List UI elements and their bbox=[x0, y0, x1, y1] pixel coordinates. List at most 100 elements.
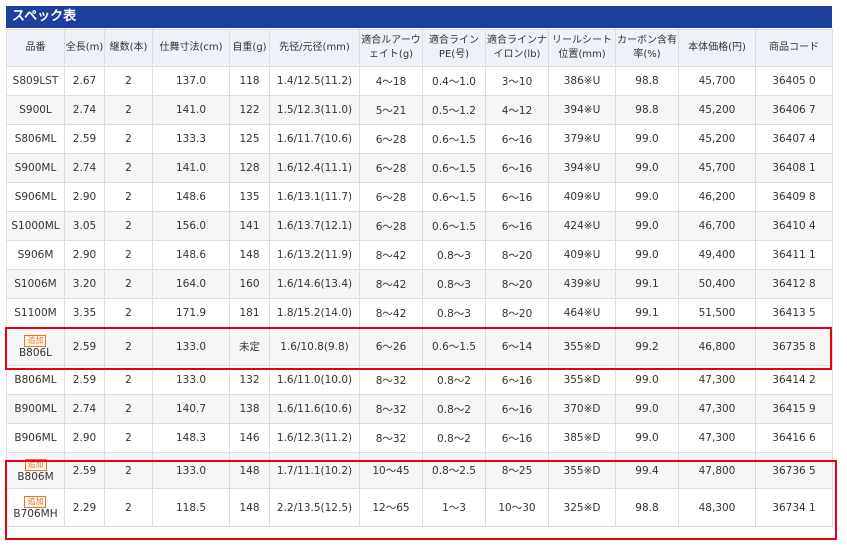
spec-cell: 99.0 bbox=[615, 240, 679, 270]
spec-cell: 45,200 bbox=[678, 124, 756, 154]
spec-cell: 4〜12 bbox=[485, 95, 549, 125]
spec-cell: 0.5〜1.2 bbox=[422, 95, 486, 125]
spec-cell: 8〜42 bbox=[359, 298, 423, 328]
spec-cell: 8〜25 bbox=[485, 452, 549, 489]
column-header: 適合ラインナイロン(lb) bbox=[485, 29, 549, 67]
spec-cell: 3〜10 bbox=[485, 66, 549, 96]
spec-cell: 99.0 bbox=[615, 124, 679, 154]
spec-cell: 1.8/15.2(14.0) bbox=[269, 298, 360, 328]
spec-cell: 141.0 bbox=[152, 95, 230, 125]
spec-cell: 10〜30 bbox=[485, 488, 549, 527]
spec-cell: 6〜16 bbox=[485, 182, 549, 212]
spec-cell: 99.1 bbox=[615, 269, 679, 299]
spec-cell: 99.0 bbox=[615, 394, 679, 424]
spec-cell: 36405 0 bbox=[755, 66, 833, 96]
spec-cell: 6〜28 bbox=[359, 124, 423, 154]
spec-cell: 46,800 bbox=[678, 327, 756, 366]
spec-cell: 36407 4 bbox=[755, 124, 833, 154]
spec-cell: 2.74 bbox=[64, 153, 105, 183]
spec-cell: 2.29 bbox=[64, 488, 105, 527]
new-badge: 追加 bbox=[24, 496, 47, 508]
spec-cell: 45,700 bbox=[678, 153, 756, 183]
spec-table-title: スペック表 bbox=[6, 6, 832, 28]
model-number-cell: S1006M bbox=[6, 269, 65, 299]
spec-cell: 1.6/12.4(11.1) bbox=[269, 153, 360, 183]
table-row: S1006M 3.20 2 164.0 160 1.6/14.6(13.4) 8〜42 0.8… bbox=[6, 269, 833, 299]
spec-cell: 2 bbox=[104, 452, 153, 489]
column-header: 自重(g) bbox=[229, 29, 270, 67]
column-header: 先径/元径(mm) bbox=[269, 29, 360, 67]
model-number-cell: S806ML bbox=[6, 124, 65, 154]
model-number: B806L bbox=[18, 347, 53, 359]
spec-cell: 6〜16 bbox=[485, 153, 549, 183]
spec-cell: 2 bbox=[104, 298, 153, 328]
spec-cell: 355※D bbox=[548, 327, 616, 366]
spec-cell: 0.8〜2 bbox=[422, 365, 486, 395]
table-row: S1000ML 3.05 2 156.0 141 1.6/13.7(12.1) 6〜28 0.… bbox=[6, 211, 833, 241]
spec-cell: 8〜32 bbox=[359, 365, 423, 395]
spec-cell: 141 bbox=[229, 211, 270, 241]
column-header: 適合ラインPE(号) bbox=[422, 29, 486, 67]
spec-cell: 48,300 bbox=[678, 488, 756, 527]
spec-cell: 181 bbox=[229, 298, 270, 328]
spec-cell: 6〜16 bbox=[485, 124, 549, 154]
spec-cell: 148.6 bbox=[152, 182, 230, 212]
spec-cell: 47,800 bbox=[678, 452, 756, 489]
spec-cell: 2.59 bbox=[64, 327, 105, 366]
spec-cell: 3.05 bbox=[64, 211, 105, 241]
spec-cell: 6〜16 bbox=[485, 365, 549, 395]
spec-cell: 5〜21 bbox=[359, 95, 423, 125]
spec-cell: 1.5/12.3(11.0) bbox=[269, 95, 360, 125]
model-number-cell: 追加 B806L bbox=[6, 327, 65, 366]
spec-cell: 6〜16 bbox=[485, 423, 549, 453]
spec-cell: 8〜20 bbox=[485, 298, 549, 328]
spec-cell: 2 bbox=[104, 182, 153, 212]
spec-cell: 424※U bbox=[548, 211, 616, 241]
spec-cell: 99.0 bbox=[615, 365, 679, 395]
spec-cell: 2 bbox=[104, 327, 153, 366]
spec-cell: 148 bbox=[229, 452, 270, 489]
spec-cell: 1.7/11.1(10.2) bbox=[269, 452, 360, 489]
spec-cell: 36410 4 bbox=[755, 211, 833, 241]
spec-cell: 394※U bbox=[548, 153, 616, 183]
spec-cell: 2 bbox=[104, 423, 153, 453]
table-row: 追加 B806L 2.59 2 133.0 未定 1.6/10.8(9.8) 6〜26 0.6〜… bbox=[6, 327, 833, 366]
column-header: リールシート位置(mm) bbox=[548, 29, 616, 67]
spec-cell: 2.59 bbox=[64, 124, 105, 154]
spec-cell: 3.35 bbox=[64, 298, 105, 328]
spec-cell: 355※D bbox=[548, 365, 616, 395]
spec-cell: 2 bbox=[104, 124, 153, 154]
spec-cell: 99.0 bbox=[615, 153, 679, 183]
spec-cell: 36415 9 bbox=[755, 394, 833, 424]
table-row: 追加 B806M 2.59 2 133.0 148 1.7/11.1(10.2) 10〜45 0… bbox=[6, 452, 833, 489]
spec-cell: 51,500 bbox=[678, 298, 756, 328]
spec-cell: 2 bbox=[104, 211, 153, 241]
spec-cell: 1.6/11.6(10.6) bbox=[269, 394, 360, 424]
spec-cell: 6〜26 bbox=[359, 327, 423, 366]
spec-cell: 1〜3 bbox=[422, 488, 486, 527]
spec-cell: 6〜16 bbox=[485, 211, 549, 241]
spec-cell: 45,700 bbox=[678, 66, 756, 96]
table-row: B806ML 2.59 2 133.0 132 1.6/11.0(10.0) 8〜32 0.8… bbox=[6, 365, 833, 395]
spec-cell: 138 bbox=[229, 394, 270, 424]
spec-cell: 6〜28 bbox=[359, 211, 423, 241]
spec-cell: 464※U bbox=[548, 298, 616, 328]
spec-cell: 148.6 bbox=[152, 240, 230, 270]
spec-cell: 2.59 bbox=[64, 452, 105, 489]
spec-cell: 118.5 bbox=[152, 488, 230, 527]
column-header: 継数(本) bbox=[104, 29, 153, 67]
spec-cell: 160 bbox=[229, 269, 270, 299]
spec-cell: 409※U bbox=[548, 240, 616, 270]
table-row: S806ML 2.59 2 133.3 125 1.6/11.7(10.6) 6〜28 0.6… bbox=[6, 124, 833, 154]
spec-cell: 98.8 bbox=[615, 488, 679, 527]
spec-cell: 2 bbox=[104, 66, 153, 96]
spec-cell: 385※D bbox=[548, 423, 616, 453]
column-header: 商品コード bbox=[755, 29, 833, 67]
spec-cell: 36736 5 bbox=[755, 452, 833, 489]
column-header: 全長(m) bbox=[64, 29, 105, 67]
spec-cell: 1.6/14.6(13.4) bbox=[269, 269, 360, 299]
spec-cell: 409※U bbox=[548, 182, 616, 212]
column-header: 仕舞寸法(cm) bbox=[152, 29, 230, 67]
spec-cell: 36408 1 bbox=[755, 153, 833, 183]
spec-cell: 36406 7 bbox=[755, 95, 833, 125]
